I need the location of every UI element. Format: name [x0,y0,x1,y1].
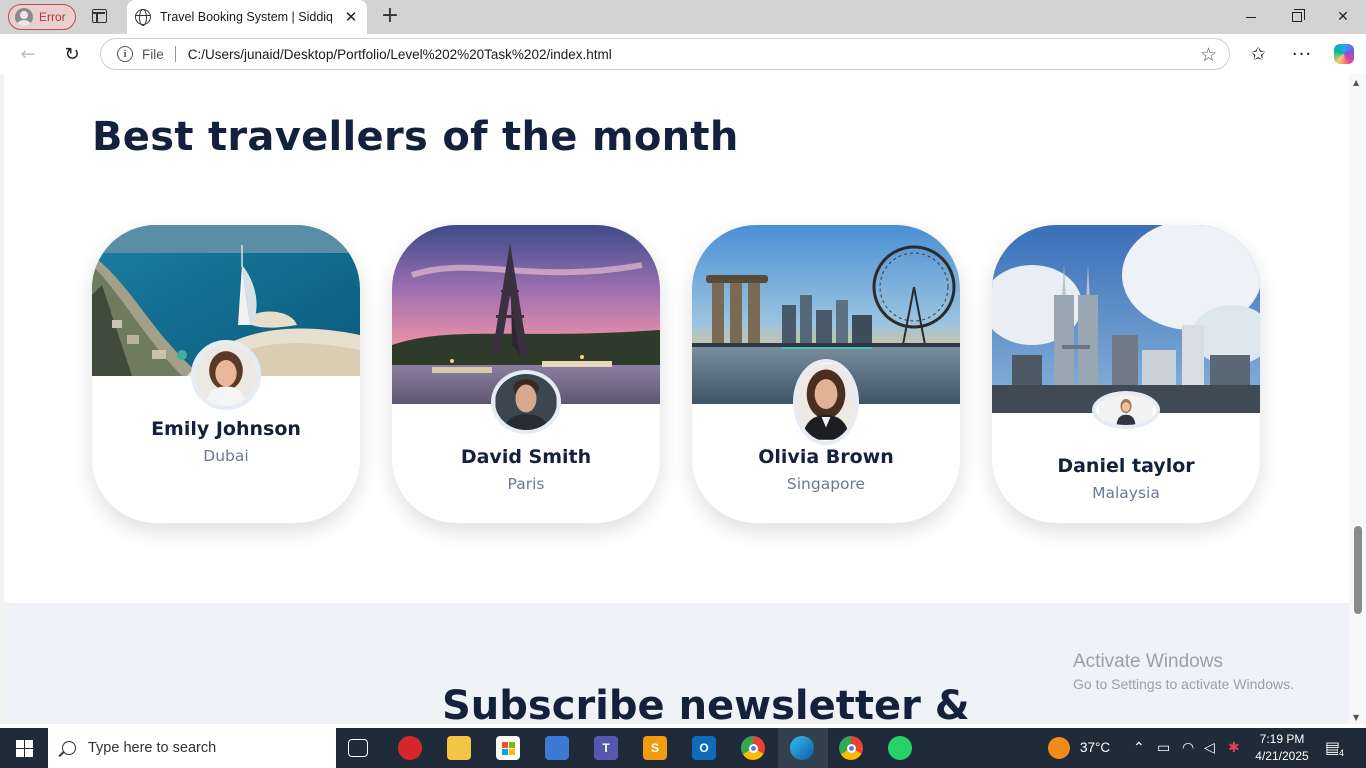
scrollbar-thumb[interactable] [1354,526,1362,614]
newsletter-title: Subscribe newsletter & [442,683,970,724]
profile-button[interactable]: Error [8,4,76,30]
file-explorer-icon[interactable] [447,736,471,760]
malaysia-photo [992,225,1260,413]
url-text[interactable]: C:/Users/junaid/Desktop/Portfolio/Level%… [188,47,612,62]
section-title: Best travellers of the month [92,114,739,160]
window-close-button[interactable]: ✕ [1320,0,1366,34]
edge-icon[interactable] [790,736,814,760]
new-tab-button[interactable]: + [380,5,400,27]
tab-active[interactable]: Travel Booking System | Siddiqui ✕ [127,0,367,34]
windows-logo-icon [15,739,33,757]
desktop-app-icon[interactable] [545,736,569,760]
traveller-card[interactable]: Daniel taylor Malaysia [992,225,1260,523]
scroll-down-arrow-icon[interactable]: ▼ [1353,713,1359,722]
traveller-avatar [191,340,261,410]
minimize-button[interactable] [1228,0,1274,34]
scroll-up-arrow-icon[interactable]: ▲ [1353,78,1359,87]
traveller-card[interactable]: Olivia Brown Singapore [692,225,960,523]
whatsapp-icon[interactable] [888,736,912,760]
newsletter-section: Subscribe newsletter & Activate Windows … [4,603,1349,724]
clock-date[interactable]: 4/21/2025 [1254,749,1310,763]
traveller-city: Paris [507,475,545,493]
battery-icon[interactable]: ▭ [1157,740,1170,756]
traveller-name: Olivia Brown [758,446,894,468]
chrome-icon[interactable] [741,736,765,760]
file-scheme-label: File [142,46,164,62]
traveller-city: Singapore [786,475,866,493]
clock-time[interactable]: 7:19 PM [1258,732,1306,746]
traveller-city: Malaysia [1092,484,1160,502]
info-icon[interactable]: i [117,46,133,62]
start-button[interactable] [0,728,48,768]
task-view-icon[interactable] [348,739,368,757]
reload-button[interactable]: ↻ [58,40,86,68]
page-scrollbar[interactable]: ▲ ▼ [1349,74,1366,724]
copilot-icon[interactable] [1330,40,1358,68]
opera-icon[interactable] [398,736,422,760]
teams-icon[interactable]: T [594,736,618,760]
search-icon [62,741,76,755]
windows-taskbar: Type here to search T S O 37°C ⌃ ▭ ◠ ◁ ✱… [0,728,1366,768]
traveller-avatar [491,370,561,434]
profile-status-label: Error [39,10,66,24]
weather-temperature[interactable]: 37°C [1080,740,1110,755]
more-options-icon[interactable]: ··· [1288,40,1316,68]
tab-title: Travel Booking System | Siddiqui [160,10,332,24]
page-viewport: Best travellers of the month Emily Johns… [0,74,1349,724]
watermark-line-2: Go to Settings to activate Windows. [1073,676,1294,692]
browser-tab-bar: Error Travel Booking System | Siddiqui ✕… [0,0,1366,34]
sublime-text-icon[interactable]: S [643,736,667,760]
address-separator [174,46,176,62]
traveller-city: Dubai [203,447,249,465]
profile-avatar-icon [15,8,33,26]
weather-icon[interactable] [1048,737,1070,759]
traveller-avatar [1092,391,1160,429]
traveller-name: David Smith [460,446,592,468]
globe-icon [135,9,151,26]
search-placeholder: Type here to search [88,740,217,756]
favorite-star-icon[interactable]: ☆ [1200,44,1217,66]
volume-icon[interactable]: ◁ [1204,740,1215,756]
traveller-avatar [793,359,859,445]
restore-button[interactable] [1274,0,1320,34]
activate-windows-watermark: Activate Windows Go to Settings to activ… [1073,651,1294,692]
chrome-profile-icon[interactable] [839,736,863,760]
outlook-icon[interactable]: O [692,736,716,760]
watermark-line-1: Activate Windows [1073,651,1223,672]
favorites-icon[interactable]: ✩ [1244,40,1272,68]
tab-actions-icon[interactable] [92,9,107,23]
traveller-card[interactable]: David Smith Paris [392,225,660,523]
traveller-card[interactable]: Emily Johnson Dubai [92,225,360,523]
tray-app-icon[interactable]: ✱ [1228,740,1240,756]
traveller-name: Emily Johnson [151,418,301,440]
browser-toolbar: ← ↻ i File C:/Users/junaid/Desktop/Portf… [0,34,1366,74]
show-hidden-icons-icon[interactable]: ⌃ [1133,740,1145,756]
notification-count: 4 [1338,748,1346,758]
back-button[interactable]: ← [14,40,42,68]
traveller-name: Daniel taylor [1057,455,1195,477]
taskbar-search[interactable]: Type here to search [48,728,336,768]
wifi-icon[interactable]: ◠ [1182,740,1194,756]
microsoft-store-icon[interactable] [496,736,520,760]
address-bar[interactable]: i File C:/Users/junaid/Desktop/Portfolio… [100,38,1230,70]
tab-close-icon[interactable]: ✕ [343,9,359,25]
